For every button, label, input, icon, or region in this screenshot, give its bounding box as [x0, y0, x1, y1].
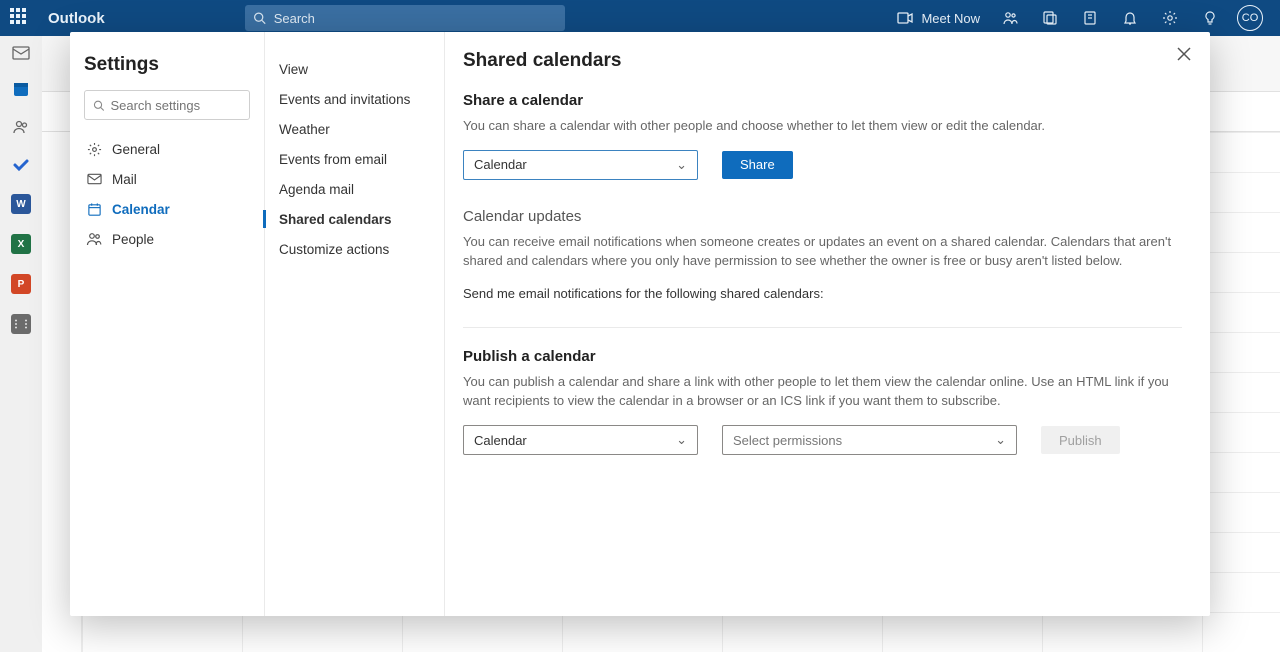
chevron-down-icon: ⌄: [995, 432, 1006, 448]
subsection-label: Events from email: [279, 152, 387, 167]
category-people[interactable]: People: [84, 224, 250, 254]
share-calendar-select[interactable]: Calendar ⌄: [463, 150, 698, 180]
search-icon: [253, 11, 266, 25]
subsection-label: Weather: [279, 122, 330, 137]
publish-button[interactable]: Publish: [1041, 426, 1120, 454]
subsection-shared-calendars[interactable]: Shared calendars: [277, 204, 432, 234]
word-icon[interactable]: W: [11, 194, 31, 214]
calendar-rail-icon[interactable]: [12, 80, 30, 98]
app-launcher-icon[interactable]: [10, 8, 30, 28]
mail-icon[interactable]: [12, 46, 30, 60]
people-rail-icon[interactable]: [12, 118, 30, 136]
subsection-events-from-email[interactable]: Events from email: [277, 144, 432, 174]
select-value: Calendar: [474, 157, 527, 172]
app-header: Outlook Meet Now CO: [0, 0, 1280, 36]
settings-modal: Settings General Mail Calendar People Vi…: [70, 32, 1210, 616]
subsection-agenda-mail[interactable]: Agenda mail: [277, 174, 432, 204]
select-placeholder: Select permissions: [733, 433, 842, 448]
todo-rail-icon[interactable]: [12, 156, 30, 174]
people-icon: [86, 231, 102, 247]
notes-icon[interactable]: [1070, 0, 1110, 36]
publish-heading: Publish a calendar: [463, 348, 1182, 365]
category-calendar[interactable]: Calendar: [84, 194, 250, 224]
meet-now-label: Meet Now: [921, 11, 980, 26]
publish-permissions-select[interactable]: Select permissions ⌄: [722, 425, 1017, 455]
settings-search[interactable]: [84, 90, 250, 120]
avatar-initials: CO: [1242, 12, 1259, 24]
meet-now-button[interactable]: Meet Now: [887, 11, 990, 26]
category-label: People: [112, 232, 154, 247]
calendar-icon: [86, 201, 102, 217]
excel-icon[interactable]: X: [11, 234, 31, 254]
category-label: Calendar: [112, 202, 170, 217]
publish-description: You can publish a calendar and share a l…: [463, 373, 1182, 411]
chevron-down-icon: ⌄: [676, 432, 687, 448]
bell-icon[interactable]: [1110, 0, 1150, 36]
subsection-customize-actions[interactable]: Customize actions: [277, 234, 432, 264]
select-value: Calendar: [474, 433, 527, 448]
share-description: You can share a calendar with other peop…: [463, 117, 1182, 136]
category-label: Mail: [112, 172, 137, 187]
more-apps-icon[interactable]: ⋮⋮: [11, 314, 31, 334]
close-button[interactable]: [1176, 46, 1192, 67]
app-rail: W X P ⋮⋮: [0, 36, 42, 652]
category-label: General: [112, 142, 160, 157]
settings-categories: Settings General Mail Calendar People: [70, 32, 265, 616]
subsection-label: Shared calendars: [279, 212, 392, 227]
publish-calendar-select[interactable]: Calendar ⌄: [463, 425, 698, 455]
updates-instruction: Send me email notifications for the foll…: [463, 285, 1182, 304]
page-title: Shared calendars: [463, 50, 1182, 72]
settings-subsections: View Events and invitations Weather Even…: [265, 32, 445, 616]
button-label: Share: [740, 157, 775, 172]
gear-icon: [86, 141, 102, 157]
subsection-label: Customize actions: [279, 242, 389, 257]
settings-title: Settings: [84, 54, 250, 76]
lightbulb-icon[interactable]: [1190, 0, 1230, 36]
subsection-label: Events and invitations: [279, 92, 410, 107]
chevron-down-icon: ⌄: [676, 157, 687, 173]
subsection-view[interactable]: View: [277, 54, 432, 84]
subsection-weather[interactable]: Weather: [277, 114, 432, 144]
settings-content: Shared calendars Share a calendar You ca…: [445, 32, 1210, 616]
subsection-label: View: [279, 62, 308, 77]
button-label: Publish: [1059, 433, 1102, 448]
updates-description: You can receive email notifications when…: [463, 233, 1182, 271]
settings-gear-icon[interactable]: [1150, 0, 1190, 36]
search-icon: [93, 99, 104, 112]
subsection-label: Agenda mail: [279, 182, 354, 197]
category-general[interactable]: General: [84, 134, 250, 164]
video-icon: [897, 12, 913, 24]
subsection-events-invitations[interactable]: Events and invitations: [277, 84, 432, 114]
share-heading: Share a calendar: [463, 92, 1182, 109]
teams-icon[interactable]: [990, 0, 1030, 36]
app-brand: Outlook: [48, 10, 105, 27]
files-icon[interactable]: [1030, 0, 1070, 36]
share-button[interactable]: Share: [722, 151, 793, 179]
account-avatar[interactable]: CO: [1230, 0, 1270, 36]
global-search[interactable]: [245, 5, 565, 31]
envelope-icon: [86, 171, 102, 187]
settings-search-input[interactable]: [110, 98, 241, 113]
updates-heading: Calendar updates: [463, 208, 1182, 225]
section-divider: [463, 327, 1182, 328]
global-search-input[interactable]: [274, 11, 557, 26]
close-icon: [1176, 46, 1192, 62]
category-mail[interactable]: Mail: [84, 164, 250, 194]
powerpoint-icon[interactable]: P: [11, 274, 31, 294]
